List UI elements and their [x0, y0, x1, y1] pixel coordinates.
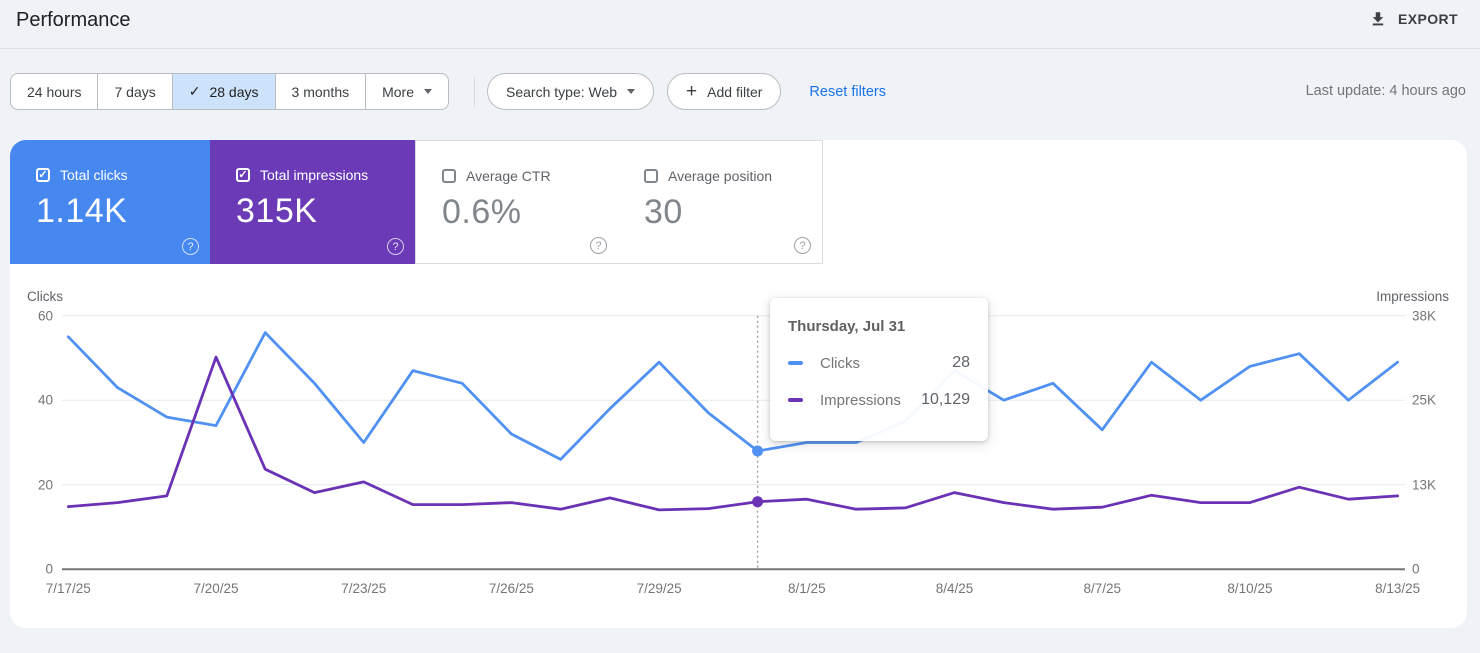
x-axis-labels: 7/17/25 7/20/25 7/23/25 7/26/25 7/29/25 8/1/2… [10, 581, 1467, 601]
help-icon[interactable]: ? [590, 237, 607, 254]
card-label: Total impressions [260, 167, 369, 183]
checkbox-empty-icon[interactable] [644, 169, 658, 183]
download-icon [1372, 12, 1384, 26]
card-label: Average CTR [466, 168, 551, 184]
help-icon[interactable]: ? [794, 237, 811, 254]
card-total-impressions[interactable]: ✓ Total impressions 315K ? [210, 140, 415, 264]
checkbox-checked-icon[interactable]: ✓ [36, 168, 50, 182]
card-average-position[interactable]: Average position 30 ? [618, 140, 823, 264]
tooltip-date: Thursday, Jul 31 [788, 318, 906, 335]
x-tick-label: 7/20/25 [193, 581, 239, 596]
export-label: EXPORT [1398, 11, 1458, 27]
card-value: 315K [236, 192, 318, 230]
x-tick-label: 8/4/25 [935, 581, 974, 596]
performance-chart[interactable]: Clicks Impressions 60 40 20 0 38K 25K 13… [10, 285, 1467, 628]
range-28-days[interactable]: ✓ 28 days [171, 74, 275, 109]
filter-divider [474, 76, 476, 107]
x-tick-label: 7/17/25 [45, 581, 91, 596]
hover-dot-clicks [752, 445, 764, 457]
export-button[interactable]: EXPORT [1369, 10, 1458, 28]
card-label: Average position [668, 168, 773, 184]
card-average-ctr[interactable]: Average CTR 0.6% ? [415, 140, 619, 264]
tooltip-row-clicks: Clicks 28 [788, 354, 970, 372]
help-icon[interactable]: ? [387, 238, 404, 255]
card-value: 30 [644, 193, 683, 231]
range-7-days[interactable]: 7 days [97, 74, 171, 109]
range-24-hours[interactable]: 24 hours [11, 74, 97, 109]
plus-icon: + [686, 81, 698, 102]
clicks-swatch-icon [788, 360, 803, 366]
check-icon: ✓ [188, 83, 201, 99]
checkbox-empty-icon[interactable] [442, 169, 456, 183]
x-tick-label: 7/26/25 [488, 581, 534, 596]
chevron-down-icon [424, 89, 433, 94]
card-value: 0.6% [442, 193, 522, 231]
clicks-line [66, 331, 1399, 461]
x-tick-label: 7/29/25 [636, 581, 682, 596]
x-tick-label: 8/7/25 [1083, 581, 1122, 596]
hover-dot-impressions [752, 496, 764, 508]
add-filter-button[interactable]: + Add filter [667, 73, 782, 110]
date-range-group: 24 hours 7 days ✓ 28 days 3 months More [10, 73, 450, 110]
range-more[interactable]: More [365, 74, 448, 109]
search-type-button[interactable]: Search type: Web [487, 73, 655, 110]
x-tick-label: 8/1/25 [788, 581, 826, 596]
page-title: Performance [16, 9, 131, 31]
x-tick-label: 7/23/25 [341, 581, 387, 596]
chevron-down-icon [627, 89, 636, 94]
card-label: Total clicks [60, 167, 128, 183]
chart-svg[interactable] [10, 285, 1467, 628]
help-icon[interactable]: ? [182, 238, 199, 255]
reset-filters-link[interactable]: Reset filters [809, 84, 886, 100]
checkbox-checked-icon[interactable]: ✓ [236, 168, 250, 182]
impressions-swatch-icon [788, 397, 803, 403]
x-tick-label: 8/13/25 [1375, 581, 1421, 596]
card-value: 1.14K [36, 192, 128, 230]
chart-tooltip: Thursday, Jul 31 Clicks 28 Impressions 1… [770, 298, 988, 441]
last-update-text: Last update: 4 hours ago [1305, 83, 1466, 99]
range-3-months[interactable]: 3 months [274, 74, 366, 109]
x-tick-label: 8/10/25 [1227, 581, 1273, 596]
header-divider [0, 48, 1480, 49]
card-total-clicks[interactable]: ✓ Total clicks 1.14K ? [10, 140, 210, 264]
content-panel: ✓ Total clicks 1.14K ? ✓ Total impressio… [10, 140, 1467, 628]
tooltip-row-impressions: Impressions 10,129 [788, 391, 970, 409]
filter-row: 24 hours 7 days ✓ 28 days 3 months More … [10, 73, 886, 110]
